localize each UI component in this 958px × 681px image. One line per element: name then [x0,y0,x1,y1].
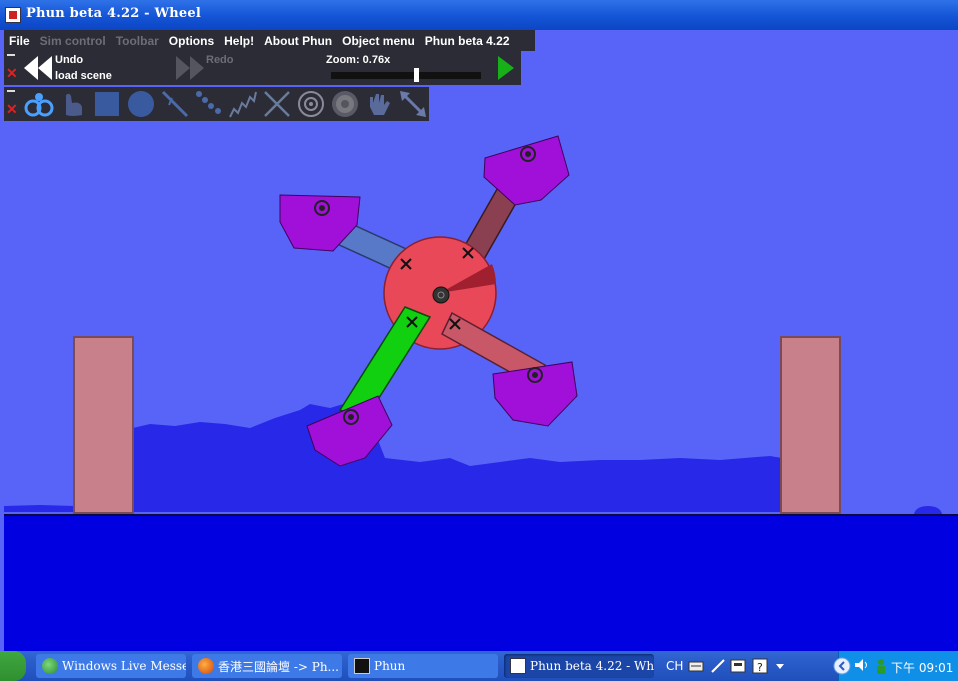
console-icon [354,658,370,674]
redo-label[interactable]: Redo [206,54,234,66]
play-icon[interactable] [496,54,516,82]
help-icon[interactable]: ? [752,658,768,674]
taskbar-button-label: Windows Live Messe... [62,659,186,673]
center-axle-icon [432,286,450,304]
hinge-icon[interactable] [296,89,326,119]
menu-help[interactable]: Help! [219,34,259,48]
menu-toolbar[interactable]: Toolbar [111,34,164,48]
taskbar-button-label: Phun beta 4.22 - Wheel [530,659,654,673]
messenger-icon [42,658,58,674]
taskbar-button-phun-console[interactable]: Phun [348,654,498,678]
volume-icon[interactable] [853,657,871,673]
taskbar-button-label: 香港三國論壇 -> Ph... [218,659,339,674]
start-button[interactable] [0,651,26,681]
close-icon[interactable]: ✕ [6,101,18,118]
menu-about[interactable]: About Phun [259,34,337,48]
ground [4,514,958,651]
tray-expand-icon[interactable] [833,657,851,675]
undo-detail: load scene [55,70,112,82]
right-pillar [780,336,841,514]
menu-file[interactable]: File [4,34,35,48]
taskbar-button-label: Phun [374,659,406,673]
spring-icon[interactable] [228,89,258,119]
undo-panel: ✕ Undo load scene Redo Zoom: 0.76x [4,51,521,85]
chain-icon[interactable] [194,89,224,119]
taskbar-button-phun-wheel[interactable]: Phun beta 4.22 - Wheel [504,654,654,678]
simulation-canvas[interactable]: File Sim control Toolbar Options Help! A… [0,30,958,651]
menu-options[interactable]: Options [164,34,219,48]
circle-icon[interactable] [126,89,156,119]
minimize-icon[interactable] [7,54,15,56]
undo-icon[interactable] [22,54,54,82]
chain-link-icon[interactable] [24,89,54,119]
tool-panel: ✕ [4,87,429,121]
scene-drawing[interactable] [0,30,958,651]
window-title: Phun beta 4.22 - Wheel [26,6,202,21]
system-tray: 下午 09:01 [833,651,958,681]
box-icon[interactable] [92,89,122,119]
hand-icon[interactable] [58,89,88,119]
menu-object[interactable]: Object menu [337,34,420,48]
fixate-icon[interactable] [262,89,292,119]
app-icon [5,7,21,23]
zoom-slider-thumb[interactable] [414,68,419,82]
arm-green [338,306,432,421]
taskbar-button-messenger[interactable]: Windows Live Messe... [36,654,186,678]
brush-icon[interactable] [160,89,190,119]
undo-label[interactable]: Undo [55,54,83,66]
taskbar: Windows Live Messe... 香港三國論壇 -> Ph... Ph… [0,651,958,681]
taskbar-button-firefox[interactable]: 香港三國論壇 -> Ph... [192,654,342,678]
network-icon[interactable] [873,657,889,675]
phun-icon [510,658,526,674]
grab-icon[interactable] [364,89,394,119]
pod-bottom-right [492,361,578,427]
menu-sim-control[interactable]: Sim control [35,34,111,48]
zoom-label: Zoom: 0.76x [326,54,391,66]
minimize-icon[interactable] [7,90,15,92]
keyboard-icon[interactable] [688,658,704,674]
move-icon[interactable] [398,89,428,119]
language-indicator[interactable]: CH [666,659,683,673]
texture-icon[interactable] [330,89,360,119]
ime-pad-icon[interactable] [730,658,746,674]
window-title-bar[interactable]: Phun beta 4.22 - Wheel [0,0,958,30]
zoom-slider[interactable] [331,72,481,79]
water-drop [914,506,942,514]
left-pillar [73,336,134,514]
svg-text:?: ? [757,661,763,674]
menu-version[interactable]: Phun beta 4.22 [420,34,515,48]
options-arrow-icon[interactable] [774,656,786,676]
firefox-icon [198,658,214,674]
close-icon[interactable]: ✕ [6,65,18,82]
clock[interactable]: 下午 09:01 [891,659,953,676]
pen-icon[interactable] [710,658,726,674]
menu-bar: File Sim control Toolbar Options Help! A… [4,30,535,51]
redo-icon[interactable] [174,54,206,82]
